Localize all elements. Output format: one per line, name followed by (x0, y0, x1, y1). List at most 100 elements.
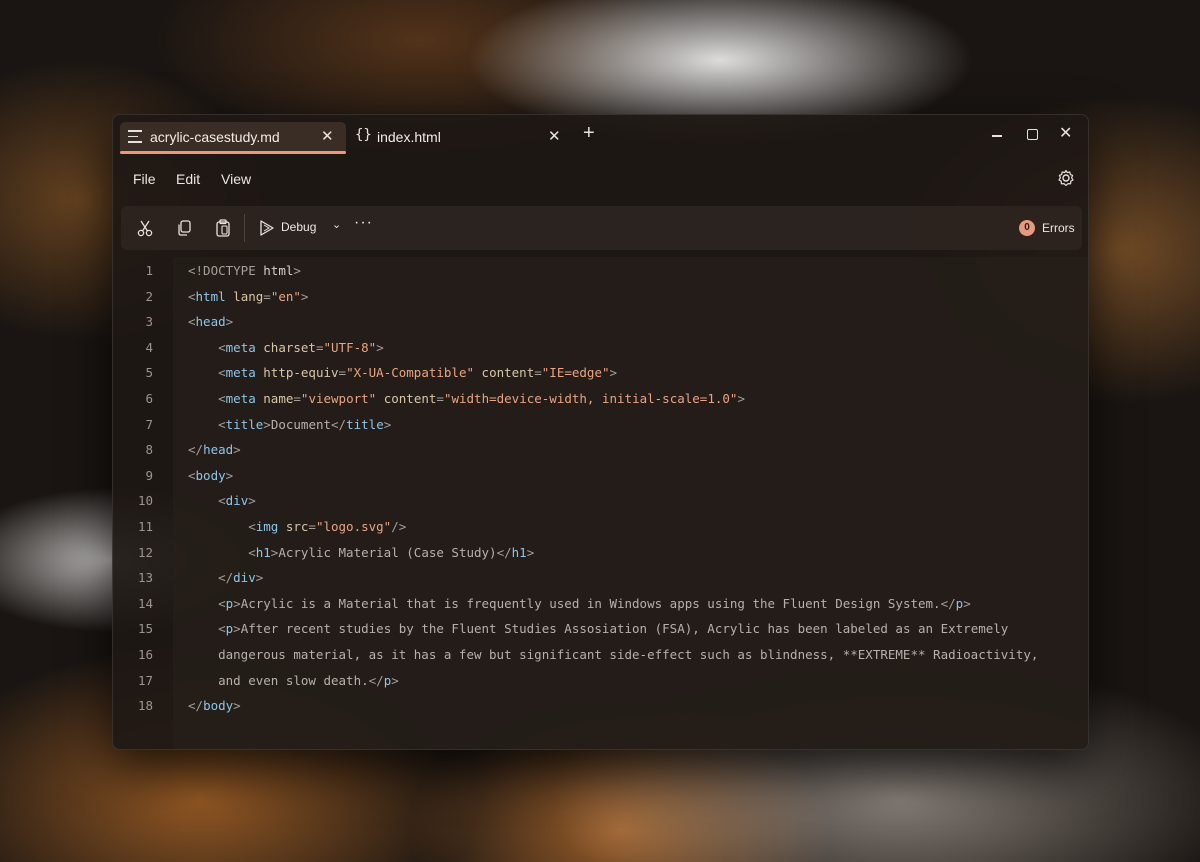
code-token: = (338, 365, 347, 381)
code-token: < (188, 391, 226, 406)
code-line: <head> (188, 314, 233, 329)
code-token: head (203, 442, 234, 458)
code-token: > (233, 442, 241, 458)
line-number: 8 (145, 442, 153, 458)
code-line: </head> (188, 442, 241, 457)
line-number: 15 (137, 621, 153, 637)
code-token: = (534, 365, 542, 381)
code-token: > (609, 365, 618, 381)
code-token: "width=device-width, initial-scale=1.0" (443, 391, 738, 406)
cut-icon[interactable] (134, 217, 156, 239)
code-token: < (188, 621, 226, 637)
line-number: 11 (137, 519, 153, 534)
code-token: = (315, 339, 324, 355)
line-number: 7 (145, 416, 153, 432)
code-token: < (188, 467, 196, 483)
code-token: title (225, 416, 264, 432)
code-token: < (188, 339, 226, 355)
line-number: 1 (145, 263, 153, 278)
code-token: = (293, 391, 301, 406)
code-token: meta (225, 391, 256, 406)
code-token: = (263, 288, 271, 304)
code-token: Acrylic Material (Case Study) (278, 544, 497, 560)
tab-label: index.html (377, 129, 441, 145)
debug-label: Debug (281, 220, 317, 234)
code-line: <meta name="viewport" content="width=dev… (188, 391, 745, 406)
code-token: body (203, 698, 234, 714)
command-bar: Debug ⌄ ··· 0 Errors (121, 206, 1082, 250)
code-token: "IE=edge" (541, 365, 610, 381)
code-token: "en" (270, 288, 301, 304)
maximize-button[interactable] (1023, 125, 1043, 145)
code-token: > (383, 416, 392, 432)
code-token: head (195, 314, 226, 330)
code-token: img (255, 519, 279, 534)
code-token: < (188, 544, 256, 560)
code-line: dangerous material, as it has a few but … (188, 647, 1038, 662)
close-icon[interactable]: ✕ (548, 127, 561, 145)
code-line: <p>Acrylic is a Material that is frequen… (188, 596, 971, 611)
code-token: content (474, 365, 535, 381)
line-number: 10 (137, 493, 153, 509)
code-token: > (233, 621, 241, 637)
code-token: = (308, 519, 316, 534)
code-token: </ (368, 672, 384, 688)
code-token: src (278, 519, 309, 534)
code-token: body (195, 467, 226, 483)
code-line: <h1>Acrylic Material (Case Study)</h1> (188, 545, 534, 560)
code-line: <div> (188, 493, 256, 508)
code-token: > (526, 544, 535, 560)
code-line: <meta charset="UTF-8"> (188, 340, 384, 355)
code-token: h1 (255, 544, 271, 560)
tab-acrylic-casestudy[interactable]: acrylic-casestudy.md ✕ (120, 122, 346, 154)
more-options-button[interactable]: ··· (354, 214, 373, 232)
code-token: = (436, 391, 444, 406)
line-number: 14 (137, 595, 153, 611)
code-line: </div> (188, 570, 263, 585)
code-token: dangerous material, as it has a few but … (188, 647, 1039, 662)
tab-index-html[interactable]: {} index.html ✕ (349, 122, 567, 152)
menu-file[interactable]: File (133, 171, 156, 187)
code-token: < (188, 365, 226, 381)
line-number: 9 (145, 467, 153, 483)
title-bar: acrylic-casestudy.md ✕ {} index.html ✕ +… (113, 115, 1088, 159)
errors-count-badge: 0 (1019, 220, 1035, 236)
code-token: </ (188, 698, 204, 714)
code-line: </body> (188, 698, 241, 713)
code-token: > (300, 288, 309, 304)
line-number: 17 (137, 672, 153, 688)
code-line: <title>Document</title> (188, 417, 391, 432)
code-token: </ (188, 442, 204, 458)
line-number: 13 (137, 570, 153, 586)
code-token: div (225, 493, 249, 509)
new-tab-button[interactable]: + (583, 123, 595, 143)
menu-view[interactable]: View (221, 171, 251, 187)
gear-icon[interactable] (1056, 168, 1076, 188)
code-token: /> (391, 519, 407, 534)
code-line: <img src="logo.svg"/> (188, 519, 406, 534)
paste-icon[interactable] (212, 217, 234, 239)
minimize-button[interactable] (988, 125, 1008, 145)
close-icon[interactable]: ✕ (321, 127, 334, 145)
window-close-button[interactable]: ✕ (1059, 123, 1079, 143)
code-line: <html lang="en"> (188, 289, 308, 304)
code-editor[interactable]: 1 2 3 4 5 6 7 8 9 10 11 12 13 14 15 16 17 18 <!DOCTYPE ht… (113, 257, 1088, 749)
code-token: h1 (511, 544, 527, 560)
code-token: > (248, 493, 256, 509)
code-token: < (188, 416, 226, 432)
code-token: charset (255, 339, 316, 355)
document-lines-icon (128, 130, 142, 143)
code-token: Document (270, 416, 332, 432)
code-token: > (233, 595, 241, 611)
menu-edit[interactable]: Edit (176, 171, 200, 187)
code-token: "X-UA-Compatible" (346, 365, 475, 381)
code-token: > (376, 339, 384, 355)
copy-icon[interactable] (173, 217, 195, 239)
errors-label[interactable]: Errors (1042, 221, 1075, 235)
code-token: title (346, 416, 384, 432)
code-token: meta (225, 339, 256, 355)
code-token: </ (496, 544, 512, 560)
code-token: > (255, 570, 264, 586)
play-icon (257, 218, 277, 243)
code-line: <!DOCTYPE html> (188, 263, 301, 278)
